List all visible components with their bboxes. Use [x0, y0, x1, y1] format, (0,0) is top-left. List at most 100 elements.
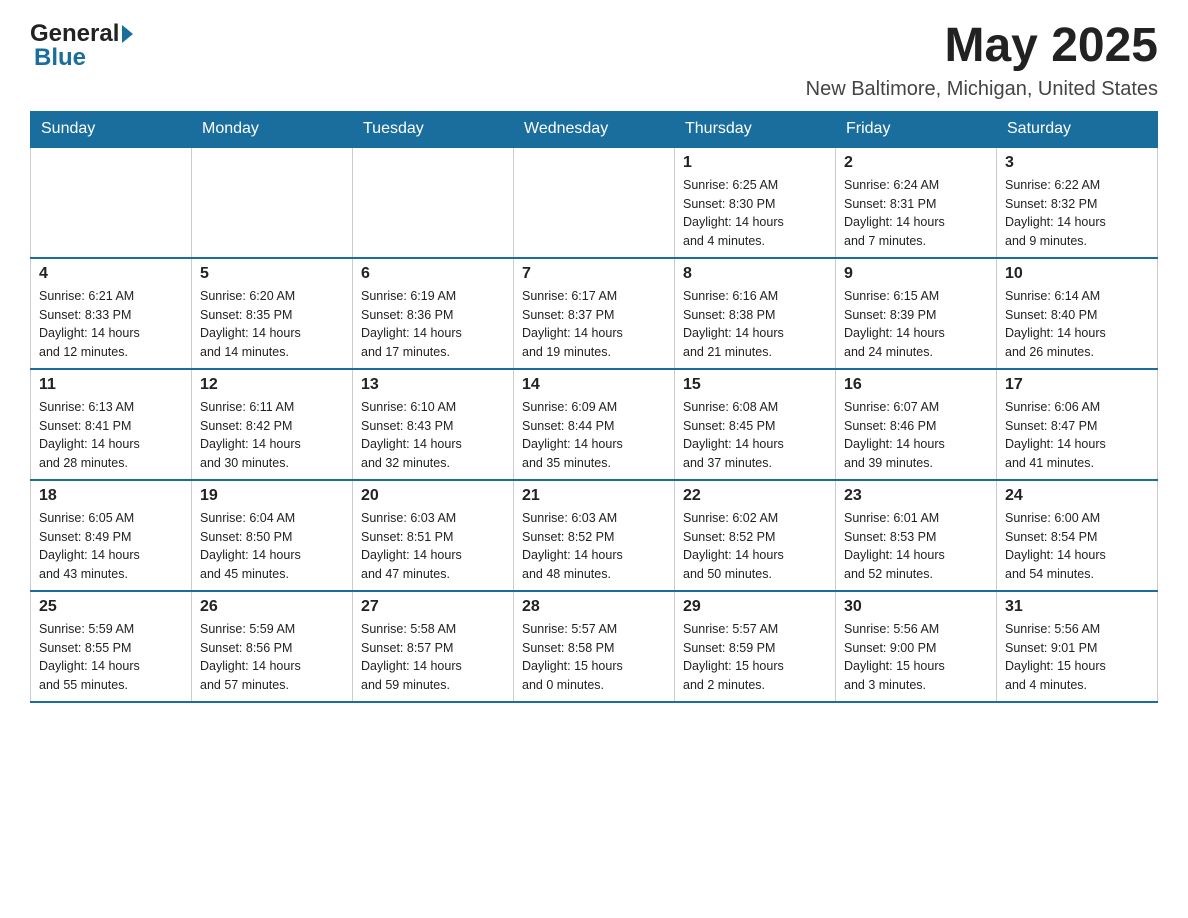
col-header-monday: Monday [192, 111, 353, 147]
day-number: 20 [361, 487, 505, 505]
location-title: New Baltimore, Michigan, United States [806, 78, 1158, 101]
day-info: Sunrise: 6:13 AM Sunset: 8:41 PM Dayligh… [39, 398, 183, 473]
day-info: Sunrise: 6:08 AM Sunset: 8:45 PM Dayligh… [683, 398, 827, 473]
logo-arrow-icon [122, 25, 133, 43]
day-number: 12 [200, 376, 344, 394]
calendar-cell: 27 Sunrise: 5:58 AM Sunset: 8:57 PM Dayli… [353, 591, 514, 702]
day-info: Sunrise: 6:14 AM Sunset: 8:40 PM Dayligh… [1005, 287, 1149, 362]
calendar-cell: 30 Sunrise: 5:56 AM Sunset: 9:00 PM Dayli… [836, 591, 997, 702]
calendar-cell: 5 Sunrise: 6:20 AM Sunset: 8:35 PM Daylig… [192, 258, 353, 369]
day-number: 28 [522, 598, 666, 616]
day-number: 31 [1005, 598, 1149, 616]
day-info: Sunrise: 5:56 AM Sunset: 9:00 PM Dayligh… [844, 620, 988, 695]
page-header: General Blue May 2025 New Baltimore, Mic… [30, 20, 1158, 101]
day-number: 26 [200, 598, 344, 616]
calendar-cell: 26Sunrise: 5:59 AM Sunset: 8:56 PM Dayli… [192, 591, 353, 702]
day-number: 5 [200, 265, 344, 283]
calendar-cell: 14 Sunrise: 6:09 AM Sunset: 8:44 PM Dayli… [514, 369, 675, 480]
day-number: 23 [844, 487, 988, 505]
day-info: Sunrise: 6:25 AM Sunset: 8:30 PM Dayligh… [683, 176, 827, 251]
day-info: Sunrise: 6:03 AM Sunset: 8:51 PM Dayligh… [361, 509, 505, 584]
day-info: Sunrise: 5:56 AM Sunset: 9:01 PM Dayligh… [1005, 620, 1149, 695]
calendar-cell [353, 147, 514, 258]
day-number: 17 [1005, 376, 1149, 394]
day-info: Sunrise: 6:22 AM Sunset: 8:32 PM Dayligh… [1005, 176, 1149, 251]
calendar-cell: 29 Sunrise: 5:57 AM Sunset: 8:59 PM Dayli… [675, 591, 836, 702]
logo-blue: Blue [34, 44, 136, 72]
day-info: Sunrise: 6:16 AM Sunset: 8:38 PM Dayligh… [683, 287, 827, 362]
calendar-week-1: 1 Sunrise: 6:25 AM Sunset: 8:30 PM Daylig… [31, 147, 1158, 258]
day-info: Sunrise: 5:57 AM Sunset: 8:59 PM Dayligh… [683, 620, 827, 695]
day-info: Sunrise: 6:02 AM Sunset: 8:52 PM Dayligh… [683, 509, 827, 584]
calendar-cell: 21 Sunrise: 6:03 AM Sunset: 8:52 PM Dayli… [514, 480, 675, 591]
calendar-cell: 7Sunrise: 6:17 AM Sunset: 8:37 PM Daylig… [514, 258, 675, 369]
calendar-cell [31, 147, 192, 258]
day-number: 29 [683, 598, 827, 616]
calendar-cell: 4 Sunrise: 6:21 AM Sunset: 8:33 PM Daylig… [31, 258, 192, 369]
day-number: 22 [683, 487, 827, 505]
calendar-cell: 6 Sunrise: 6:19 AM Sunset: 8:36 PM Daylig… [353, 258, 514, 369]
day-info: Sunrise: 6:19 AM Sunset: 8:36 PM Dayligh… [361, 287, 505, 362]
calendar-header-row: SundayMondayTuesdayWednesdayThursdayFrid… [31, 111, 1158, 147]
calendar-cell: 25 Sunrise: 5:59 AM Sunset: 8:55 PM Dayli… [31, 591, 192, 702]
calendar-cell: 22 Sunrise: 6:02 AM Sunset: 8:52 PM Dayli… [675, 480, 836, 591]
day-number: 6 [361, 265, 505, 283]
calendar-cell [192, 147, 353, 258]
day-info: Sunrise: 5:57 AM Sunset: 8:58 PM Dayligh… [522, 620, 666, 695]
day-info: Sunrise: 6:07 AM Sunset: 8:46 PM Dayligh… [844, 398, 988, 473]
day-number: 24 [1005, 487, 1149, 505]
day-number: 19 [200, 487, 344, 505]
col-header-wednesday: Wednesday [514, 111, 675, 147]
day-number: 2 [844, 154, 988, 172]
day-info: Sunrise: 6:09 AM Sunset: 8:44 PM Dayligh… [522, 398, 666, 473]
day-number: 15 [683, 376, 827, 394]
day-number: 4 [39, 265, 183, 283]
day-number: 9 [844, 265, 988, 283]
calendar-cell: 1 Sunrise: 6:25 AM Sunset: 8:30 PM Daylig… [675, 147, 836, 258]
day-number: 11 [39, 376, 183, 394]
day-number: 13 [361, 376, 505, 394]
day-number: 30 [844, 598, 988, 616]
day-number: 14 [522, 376, 666, 394]
calendar-cell: 8Sunrise: 6:16 AM Sunset: 8:38 PM Daylig… [675, 258, 836, 369]
day-number: 21 [522, 487, 666, 505]
calendar-table: SundayMondayTuesdayWednesdayThursdayFrid… [30, 111, 1158, 703]
calendar-week-5: 25 Sunrise: 5:59 AM Sunset: 8:55 PM Dayli… [31, 591, 1158, 702]
day-info: Sunrise: 6:24 AM Sunset: 8:31 PM Dayligh… [844, 176, 988, 251]
calendar-cell: 23 Sunrise: 6:01 AM Sunset: 8:53 PM Dayli… [836, 480, 997, 591]
day-number: 10 [1005, 265, 1149, 283]
month-title: May 2025 [806, 20, 1158, 73]
calendar-cell: 15 Sunrise: 6:08 AM Sunset: 8:45 PM Dayli… [675, 369, 836, 480]
day-info: Sunrise: 6:11 AM Sunset: 8:42 PM Dayligh… [200, 398, 344, 473]
calendar-week-4: 18 Sunrise: 6:05 AM Sunset: 8:49 PM Dayli… [31, 480, 1158, 591]
day-number: 18 [39, 487, 183, 505]
calendar-cell: 9 Sunrise: 6:15 AM Sunset: 8:39 PM Daylig… [836, 258, 997, 369]
calendar-week-3: 11 Sunrise: 6:13 AM Sunset: 8:41 PM Dayli… [31, 369, 1158, 480]
day-number: 16 [844, 376, 988, 394]
calendar-cell: 20 Sunrise: 6:03 AM Sunset: 8:51 PM Dayli… [353, 480, 514, 591]
day-number: 7 [522, 265, 666, 283]
day-info: Sunrise: 6:03 AM Sunset: 8:52 PM Dayligh… [522, 509, 666, 584]
day-info: Sunrise: 6:06 AM Sunset: 8:47 PM Dayligh… [1005, 398, 1149, 473]
day-number: 1 [683, 154, 827, 172]
col-header-saturday: Saturday [997, 111, 1158, 147]
day-info: Sunrise: 6:05 AM Sunset: 8:49 PM Dayligh… [39, 509, 183, 584]
day-number: 25 [39, 598, 183, 616]
calendar-cell: 19 Sunrise: 6:04 AM Sunset: 8:50 PM Dayli… [192, 480, 353, 591]
calendar-week-2: 4 Sunrise: 6:21 AM Sunset: 8:33 PM Daylig… [31, 258, 1158, 369]
day-info: Sunrise: 6:01 AM Sunset: 8:53 PM Dayligh… [844, 509, 988, 584]
day-number: 27 [361, 598, 505, 616]
calendar-cell: 16 Sunrise: 6:07 AM Sunset: 8:46 PM Dayli… [836, 369, 997, 480]
calendar-cell [514, 147, 675, 258]
calendar-cell: 17 Sunrise: 6:06 AM Sunset: 8:47 PM Dayli… [997, 369, 1158, 480]
day-info: Sunrise: 6:21 AM Sunset: 8:33 PM Dayligh… [39, 287, 183, 362]
day-info: Sunrise: 6:04 AM Sunset: 8:50 PM Dayligh… [200, 509, 344, 584]
day-info: Sunrise: 6:10 AM Sunset: 8:43 PM Dayligh… [361, 398, 505, 473]
col-header-sunday: Sunday [31, 111, 192, 147]
day-info: Sunrise: 6:20 AM Sunset: 8:35 PM Dayligh… [200, 287, 344, 362]
day-info: Sunrise: 6:15 AM Sunset: 8:39 PM Dayligh… [844, 287, 988, 362]
day-info: Sunrise: 5:58 AM Sunset: 8:57 PM Dayligh… [361, 620, 505, 695]
calendar-cell: 10 Sunrise: 6:14 AM Sunset: 8:40 PM Dayli… [997, 258, 1158, 369]
day-info: Sunrise: 5:59 AM Sunset: 8:55 PM Dayligh… [39, 620, 183, 695]
col-header-thursday: Thursday [675, 111, 836, 147]
